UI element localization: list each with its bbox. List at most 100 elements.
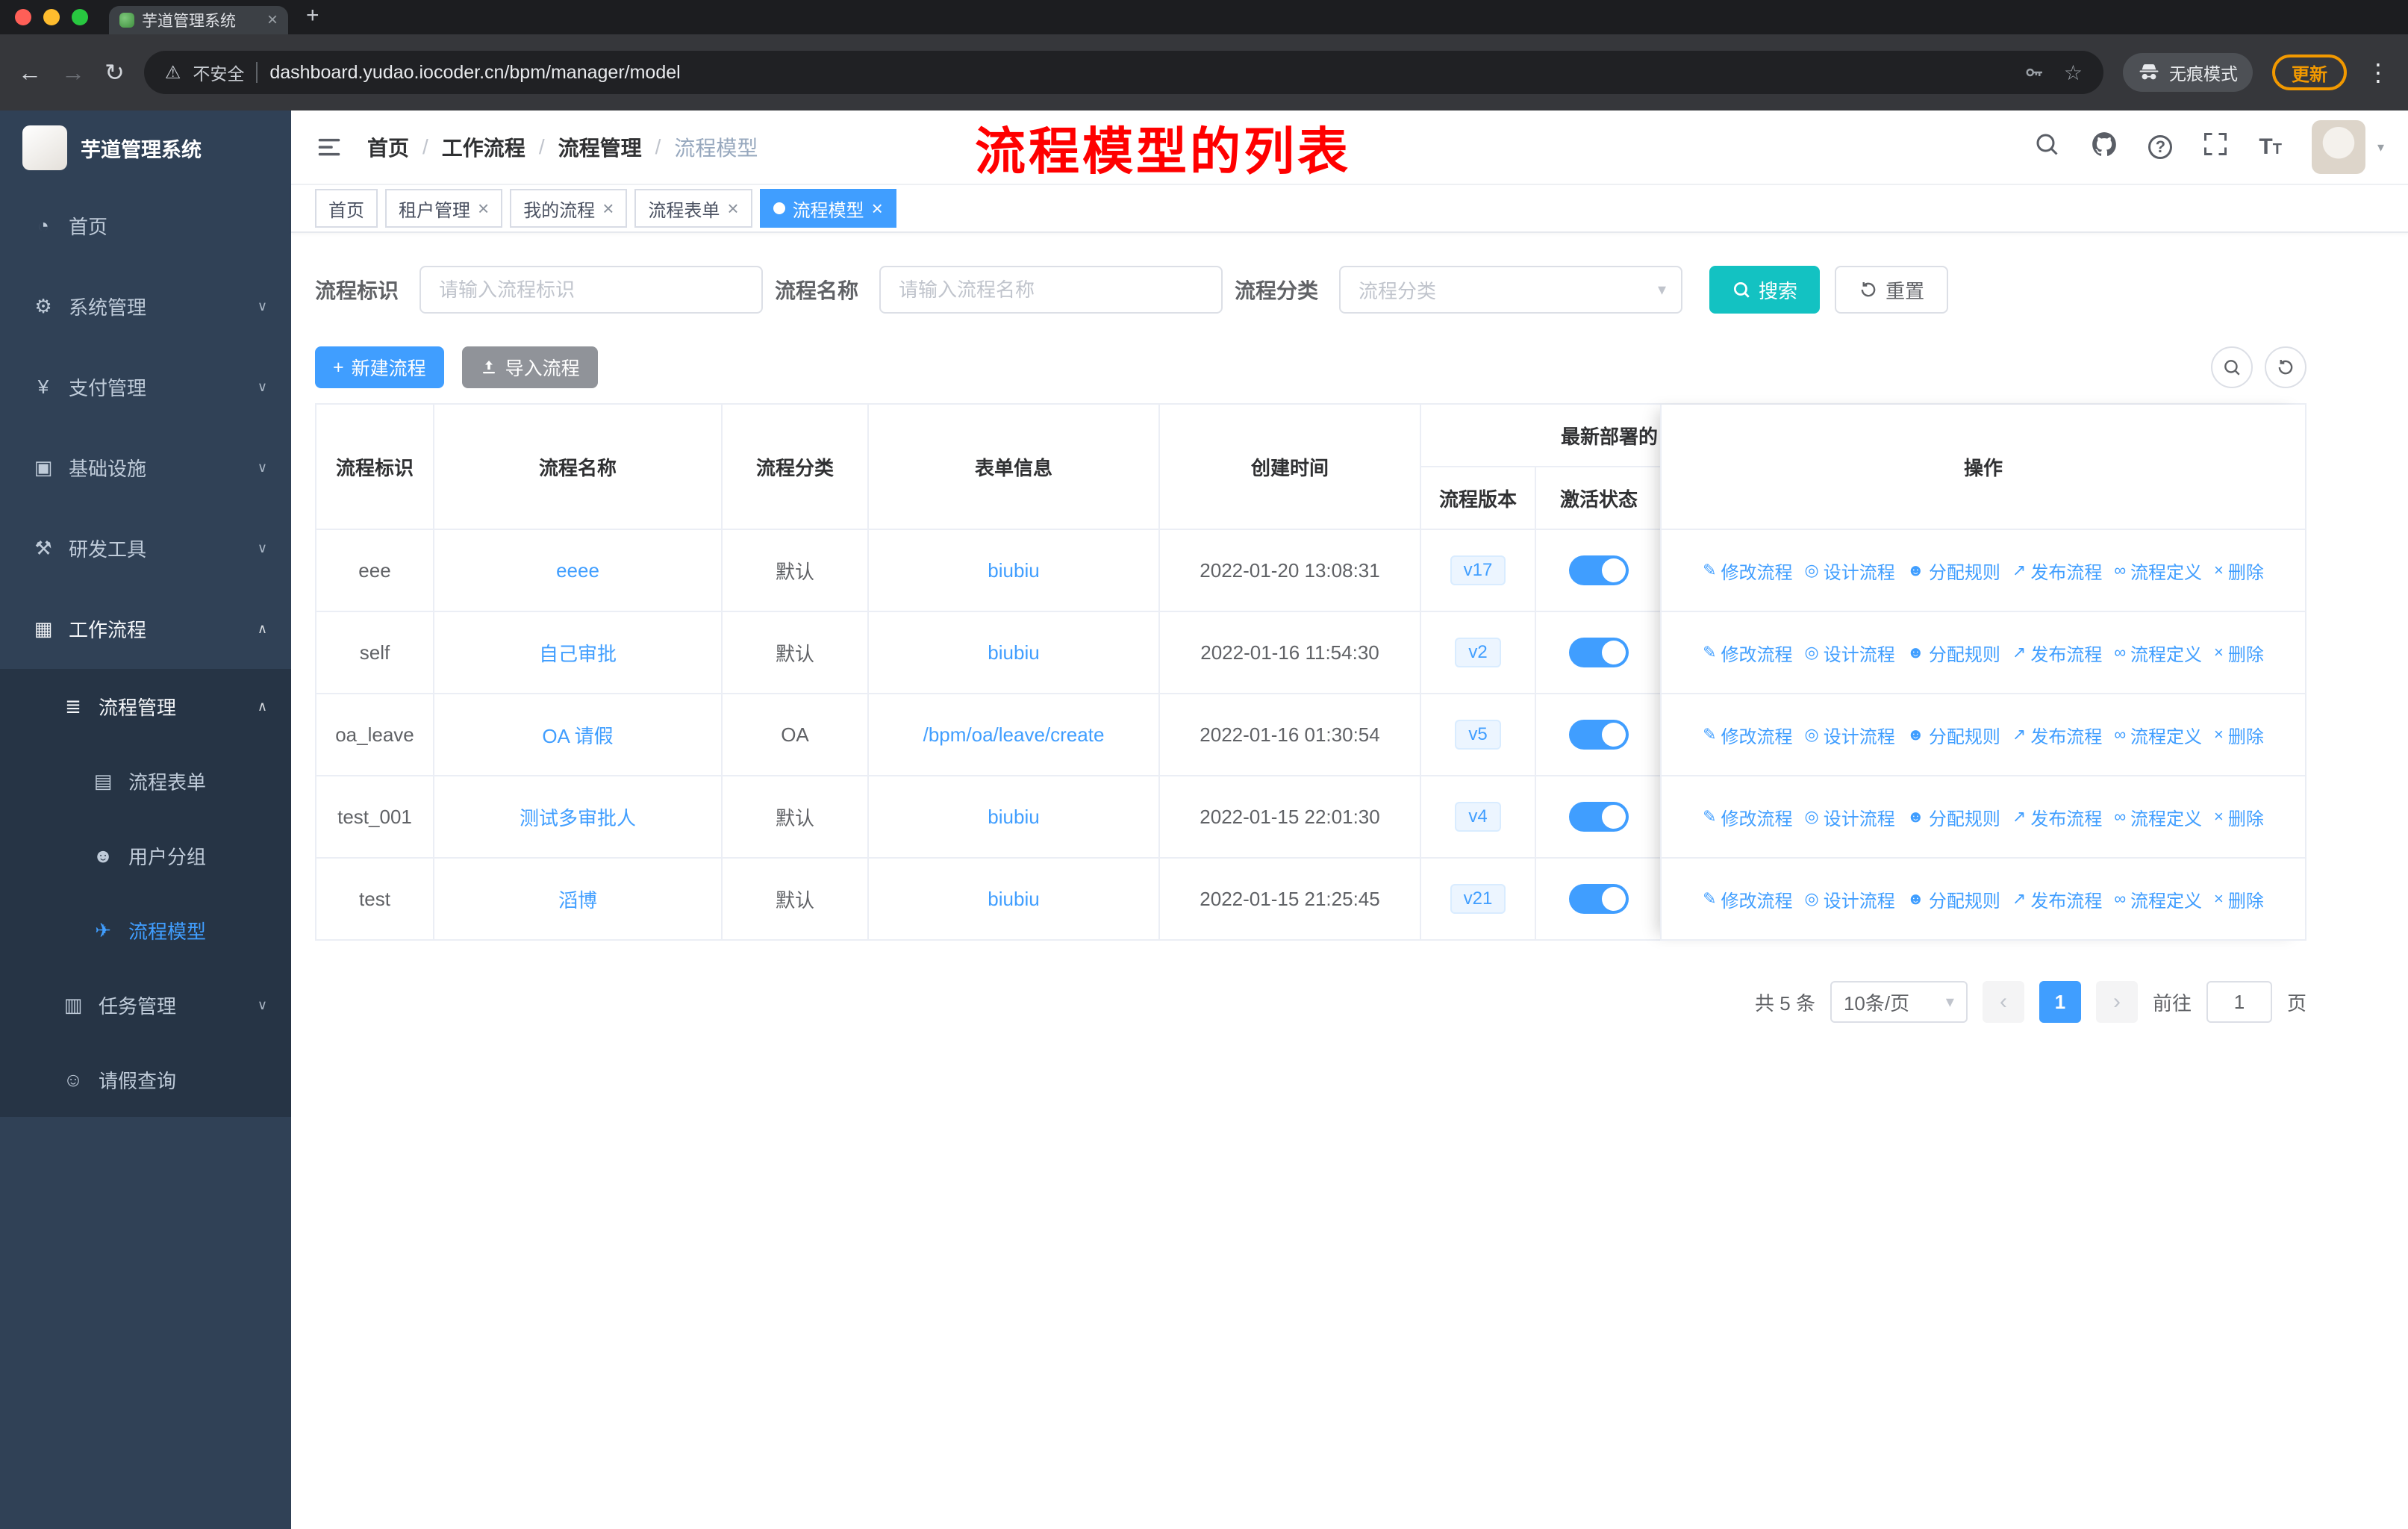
action-assign-button[interactable]: ☻ 分配规则	[1907, 886, 2000, 912]
toggle-search-button[interactable]	[2211, 346, 2253, 388]
process-name-link[interactable]: 滔博	[434, 859, 723, 941]
sidebar-item-process-model[interactable]: ✈ 流程模型	[0, 893, 291, 968]
current-page-button[interactable]: 1	[2039, 981, 2081, 1023]
window-minimize-button[interactable]	[43, 9, 60, 25]
process-name-link[interactable]: 自己审批	[434, 612, 723, 694]
sidebar-item-infrastructure[interactable]: ▣ 基础设施 ∨	[0, 427, 291, 508]
action-assign-button[interactable]: ☻ 分配规则	[1907, 804, 2000, 830]
category-select[interactable]: 流程分类 ▾	[1339, 266, 1683, 314]
version-tag[interactable]: v2	[1421, 612, 1536, 694]
sidebar-item-payment[interactable]: ¥ 支付管理 ∨	[0, 346, 291, 427]
form-info-link[interactable]: biubiu	[869, 612, 1160, 694]
search-icon[interactable]	[2033, 131, 2060, 164]
password-key-icon[interactable]	[2024, 61, 2046, 84]
action-assign-button[interactable]: ☻ 分配规则	[1907, 640, 2000, 666]
goto-page-input[interactable]	[2206, 981, 2272, 1023]
form-info-link[interactable]: biubiu	[869, 530, 1160, 612]
avatar[interactable]	[2311, 120, 2365, 174]
action-edit-button[interactable]: ✎ 修改流程	[1703, 886, 1792, 912]
security-label[interactable]: 不安全	[193, 60, 244, 85]
help-icon[interactable]: ?	[2148, 135, 2173, 159]
browser-menu-icon[interactable]: ⋮	[2366, 58, 2390, 87]
update-button[interactable]: 更新	[2272, 55, 2347, 90]
action-design-button[interactable]: ◎ 设计流程	[1805, 722, 1895, 748]
refresh-table-button[interactable]	[2265, 346, 2306, 388]
action-definition-button[interactable]: ∞ 流程定义	[2114, 640, 2202, 666]
tab-close-icon[interactable]: ×	[267, 11, 278, 29]
action-design-button[interactable]: ◎ 设计流程	[1805, 886, 1895, 912]
breadcrumb-item-1[interactable]: 工作流程	[442, 132, 525, 162]
action-definition-button[interactable]: ∞ 流程定义	[2114, 558, 2202, 584]
active-switch[interactable]	[1536, 612, 1663, 694]
action-delete-button[interactable]: × 删除	[2214, 804, 2264, 830]
action-publish-button[interactable]: ↗ 发布流程	[2012, 804, 2102, 830]
action-edit-button[interactable]: ✎ 修改流程	[1703, 640, 1792, 666]
prev-page-button[interactable]: ‹	[1982, 981, 2024, 1023]
action-publish-button[interactable]: ↗ 发布流程	[2012, 722, 2102, 748]
form-info-link[interactable]: biubiu	[869, 776, 1160, 859]
address-bar[interactable]: ⚠ 不安全 dashboard.yudao.iocoder.cn/bpm/man…	[143, 51, 2103, 94]
search-button[interactable]: 搜索	[1709, 266, 1821, 314]
action-definition-button[interactable]: ∞ 流程定义	[2114, 722, 2202, 748]
close-icon[interactable]: ×	[478, 199, 489, 218]
reset-button[interactable]: 重置	[1835, 266, 1949, 314]
version-tag[interactable]: v17	[1421, 530, 1536, 612]
sidebar-item-user-group[interactable]: ☻ 用户分组	[0, 818, 291, 893]
tab-tag-3[interactable]: 流程表单 ×	[634, 189, 752, 228]
toggle-on[interactable]	[1569, 555, 1629, 585]
action-edit-button[interactable]: ✎ 修改流程	[1703, 558, 1792, 584]
action-edit-button[interactable]: ✎ 修改流程	[1703, 722, 1792, 748]
action-publish-button[interactable]: ↗ 发布流程	[2012, 640, 2102, 666]
close-icon[interactable]: ×	[602, 199, 614, 218]
tab-tag-2[interactable]: 我的流程 ×	[510, 189, 628, 228]
create-process-button[interactable]: + 新建流程	[315, 346, 444, 388]
font-size-icon[interactable]: TT	[2259, 134, 2282, 160]
sidebar-item-leave-query[interactable]: ☺ 请假查询	[0, 1042, 291, 1117]
action-definition-button[interactable]: ∞ 流程定义	[2114, 886, 2202, 912]
action-delete-button[interactable]: × 删除	[2214, 640, 2264, 666]
action-design-button[interactable]: ◎ 设计流程	[1805, 804, 1895, 830]
sidebar-collapse-icon[interactable]	[315, 133, 343, 161]
action-delete-button[interactable]: × 删除	[2214, 558, 2264, 584]
breadcrumb-item-2[interactable]: 流程管理	[558, 132, 642, 162]
toggle-on[interactable]	[1569, 720, 1629, 750]
process-name-link[interactable]: 测试多审批人	[434, 776, 723, 859]
bookmark-star-icon[interactable]: ☆	[2064, 60, 2083, 85]
toggle-on[interactable]	[1569, 638, 1629, 667]
action-design-button[interactable]: ◎ 设计流程	[1805, 558, 1895, 584]
close-icon[interactable]: ×	[872, 199, 883, 218]
tab-tag-4[interactable]: 流程模型 ×	[759, 189, 896, 228]
window-close-button[interactable]	[15, 9, 31, 25]
action-edit-button[interactable]: ✎ 修改流程	[1703, 804, 1792, 830]
window-zoom-button[interactable]	[72, 9, 88, 25]
active-switch[interactable]	[1536, 776, 1663, 859]
app-logo[interactable]: 芋道管理系统	[0, 110, 291, 185]
action-assign-button[interactable]: ☻ 分配规则	[1907, 558, 2000, 584]
reload-icon[interactable]: ↻	[105, 58, 125, 87]
sidebar-item-workflow[interactable]: ▦ 工作流程 ∧	[0, 588, 291, 669]
form-info-link[interactable]: /bpm/oa/leave/create	[869, 694, 1160, 776]
active-switch[interactable]	[1536, 859, 1663, 941]
sidebar-item-devtools[interactable]: ⚒ 研发工具 ∨	[0, 508, 291, 588]
process-name-link[interactable]: OA 请假	[434, 694, 723, 776]
sidebar-item-system[interactable]: ⚙ 系统管理 ∨	[0, 266, 291, 346]
toggle-on[interactable]	[1569, 802, 1629, 832]
version-tag[interactable]: v5	[1421, 694, 1536, 776]
back-icon[interactable]: ←	[18, 59, 42, 87]
import-process-button[interactable]: 导入流程	[461, 346, 598, 388]
action-delete-button[interactable]: × 删除	[2214, 722, 2264, 748]
action-delete-button[interactable]: × 删除	[2214, 886, 2264, 912]
action-definition-button[interactable]: ∞ 流程定义	[2114, 804, 2202, 830]
version-tag[interactable]: v21	[1421, 859, 1536, 941]
action-assign-button[interactable]: ☻ 分配规则	[1907, 722, 2000, 748]
forward-icon[interactable]: →	[61, 59, 85, 87]
github-icon[interactable]	[2090, 130, 2118, 164]
sidebar-item-task-manage[interactable]: ▥ 任务管理 ∨	[0, 968, 291, 1042]
form-info-link[interactable]: biubiu	[869, 859, 1160, 941]
action-publish-button[interactable]: ↗ 发布流程	[2012, 558, 2102, 584]
active-switch[interactable]	[1536, 694, 1663, 776]
close-icon[interactable]: ×	[727, 199, 738, 218]
process-name-link[interactable]: eeee	[434, 530, 723, 612]
browser-tab[interactable]: 芋道管理系统 ×	[109, 6, 288, 34]
next-page-button[interactable]: ›	[2095, 981, 2138, 1023]
